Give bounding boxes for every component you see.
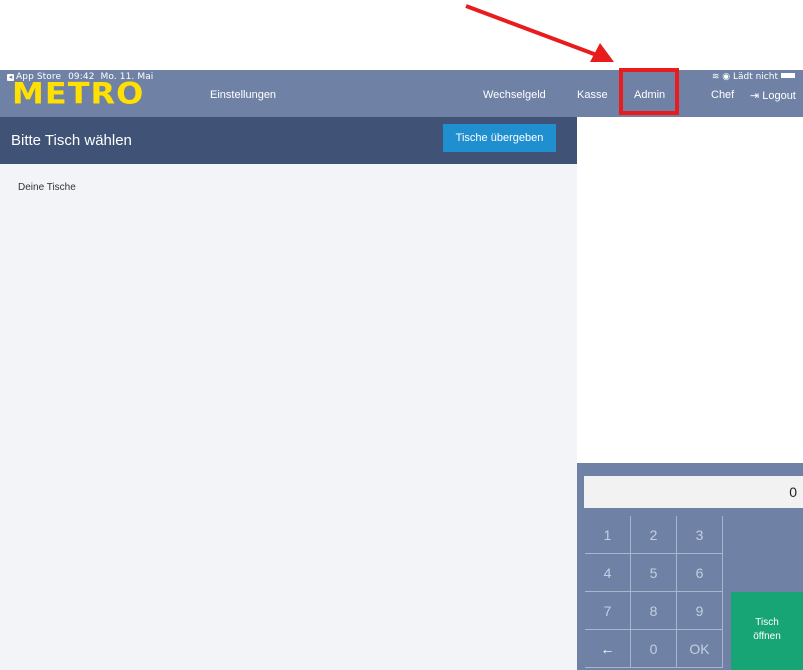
open-table-label-line1: Tisch	[755, 617, 779, 628]
metro-logo: METRO	[12, 76, 145, 111]
nav-chef[interactable]: Chef	[711, 89, 734, 101]
nav-change-money[interactable]: Wechselgeld	[483, 89, 546, 101]
location-icon: ◉	[722, 72, 731, 82]
nav-cashier[interactable]: Kasse	[577, 89, 608, 101]
nav-settings[interactable]: Einstellungen	[210, 89, 276, 101]
ok-key[interactable]: OK	[677, 630, 723, 668]
admin-highlight-box	[619, 68, 679, 115]
status-bar-right: ≋ ◉ Lädt nicht	[712, 72, 795, 82]
logout-label: Logout	[762, 90, 796, 102]
key-8[interactable]: 8	[631, 592, 677, 630]
page-title: Bitte Tisch wählen	[11, 132, 132, 149]
key-3[interactable]: 3	[677, 516, 723, 554]
top-nav-bar: ◂ App Store 09:42 Mo. 11. Mai METRO Einst…	[0, 70, 803, 117]
key-1[interactable]: 1	[585, 516, 631, 554]
keypad-display: 0	[584, 476, 803, 508]
key-4[interactable]: 4	[585, 554, 631, 592]
logout-icon: ⇥	[750, 90, 760, 102]
key-2[interactable]: 2	[631, 516, 677, 554]
key-5[interactable]: 5	[631, 554, 677, 592]
key-0[interactable]: 0	[631, 630, 677, 668]
backspace-key[interactable]: ←	[585, 630, 631, 668]
charging-status: Lädt nicht	[732, 72, 778, 82]
panel-header: Bitte Tisch wählen Tische übergeben	[0, 117, 577, 164]
open-table-label-line2: öffnen	[753, 631, 781, 642]
wifi-icon: ≋	[711, 72, 720, 82]
open-table-button[interactable]: Tisch öffnen	[731, 592, 803, 670]
battery-icon	[781, 73, 795, 78]
my-tables-label: Deine Tische	[18, 182, 76, 193]
key-7[interactable]: 7	[585, 592, 631, 630]
key-6[interactable]: 6	[677, 554, 723, 592]
nav-logout[interactable]: ⇥ Logout	[750, 89, 796, 102]
numeric-keypad: 0 1 2 3 4 5 6 7 8 9 ← 0 OK Tisch öffnen	[577, 463, 803, 670]
keypad-blank-area	[731, 516, 803, 592]
table-selection-panel: Bitte Tisch wählen Tische übergeben Dein…	[0, 117, 577, 670]
key-9[interactable]: 9	[677, 592, 723, 630]
handover-tables-button[interactable]: Tische übergeben	[443, 124, 556, 152]
